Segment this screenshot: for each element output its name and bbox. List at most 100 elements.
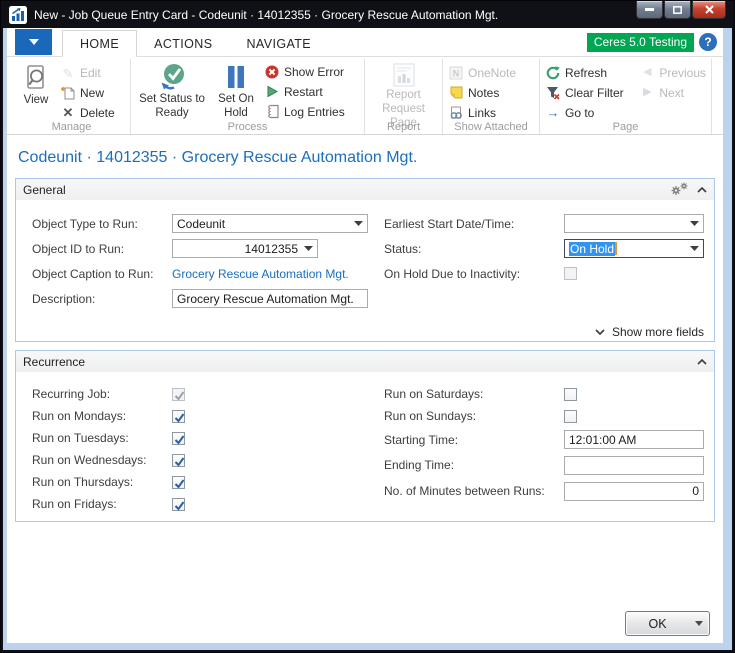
tab-actions[interactable]: ACTIONS <box>137 31 229 56</box>
page-title: Codeunit · 14012355 · Grocery Rescue Aut… <box>15 135 715 178</box>
view-icon <box>23 62 49 93</box>
ribbon-group-report: Report Request Page Report <box>365 59 443 134</box>
next-icon: ▶ <box>639 85 655 100</box>
refresh-button[interactable]: Refresh <box>542 64 636 81</box>
ribbon-group-manage: View ✎ Edit New ✕ Delete <box>13 59 131 134</box>
help-button[interactable]: ? <box>699 33 717 51</box>
fasttab-recurrence-header[interactable]: Recurrence <box>16 351 714 372</box>
run-on-wednesdays-checkbox[interactable] <box>172 454 185 467</box>
run-on-thursdays-checkbox[interactable] <box>172 476 185 489</box>
tab-home[interactable]: HOME <box>62 30 137 57</box>
dropdown-arrow-icon[interactable] <box>690 246 699 251</box>
recurring-job-checkbox <box>172 388 185 401</box>
field-run-saturdays: Run on Saturdays: <box>384 383 708 405</box>
set-on-hold-button[interactable]: Set On Hold <box>211 60 261 121</box>
close-button[interactable] <box>692 1 726 19</box>
new-button[interactable]: New <box>57 85 118 102</box>
titlebar[interactable]: New - Job Queue Entry Card - Codeunit · … <box>1 1 734 28</box>
app-menu-arrow-icon <box>29 39 39 45</box>
description-label: Description: <box>32 292 172 306</box>
fasttab-general-title: General <box>23 183 66 197</box>
dropdown-arrow-icon[interactable] <box>690 221 699 226</box>
field-ending-time: Ending Time: <box>384 452 708 478</box>
links-button[interactable]: Links <box>445 104 519 121</box>
application-menu-button[interactable] <box>15 29 52 55</box>
environment-badge: Ceres 5.0 Testing <box>587 33 694 52</box>
show-more-fields-button[interactable]: Show more fields <box>16 315 714 341</box>
object-id-label: Object ID to Run: <box>32 242 172 256</box>
ending-time-input[interactable] <box>569 458 699 472</box>
window-controls <box>636 1 726 19</box>
fasttab-recurrence: Recurrence Recurring Job: <box>15 350 715 522</box>
delete-icon: ✕ <box>60 105 76 120</box>
page-body: Codeunit · 14012355 · Grocery Rescue Aut… <box>7 135 723 643</box>
run-on-mondays-checkbox[interactable] <box>172 410 185 423</box>
notes-icon <box>448 85 464 100</box>
restart-play-icon <box>264 84 280 99</box>
group-label-show-attached: Show Attached <box>443 121 539 133</box>
field-starting-time: Starting Time: <box>384 427 708 452</box>
delete-button[interactable]: ✕ Delete <box>57 104 118 121</box>
field-run-thursdays: Run on Thursdays: <box>32 471 384 493</box>
edit-icon: ✎ <box>60 66 76 81</box>
run-on-saturdays-checkbox[interactable] <box>564 388 577 401</box>
set-status-to-ready-button[interactable]: Set Status to Ready <box>133 60 211 121</box>
dropdown-arrow-icon[interactable] <box>304 246 313 251</box>
collapse-general-icon[interactable] <box>697 187 707 193</box>
notes-button[interactable]: Notes <box>445 84 519 101</box>
minutes-between-runs-input[interactable] <box>569 484 699 498</box>
links-icon <box>448 105 464 120</box>
minimize-icon <box>645 8 654 11</box>
tab-navigate[interactable]: NAVIGATE <box>229 31 328 56</box>
status-selected-text: On Hold <box>569 242 615 256</box>
previous-button: ◀ Previous <box>636 64 709 81</box>
log-scroll-icon <box>264 104 280 119</box>
restore-button[interactable] <box>664 1 691 19</box>
view-button[interactable]: View <box>15 60 57 121</box>
group-label-manage: Manage <box>13 121 130 133</box>
dropdown-arrow-icon[interactable] <box>354 221 363 226</box>
previous-icon: ◀ <box>639 65 655 80</box>
ribbon-tab-bar: HOME ACTIONS NAVIGATE Ceres 5.0 Testing … <box>7 28 723 57</box>
earliest-start-combo[interactable] <box>564 214 704 233</box>
ok-button[interactable]: OK <box>625 611 710 636</box>
fasttab-general-header[interactable]: General <box>16 179 714 200</box>
starting-time-input[interactable] <box>569 433 699 447</box>
svg-text:N: N <box>453 68 460 78</box>
minimize-button[interactable] <box>636 1 663 19</box>
object-caption-link[interactable]: Grocery Rescue Automation Mgt. <box>172 267 349 281</box>
restart-button[interactable]: Restart <box>261 83 348 100</box>
group-label-report: Report <box>365 121 442 133</box>
ok-dropdown-arrow-icon[interactable] <box>689 621 709 626</box>
object-caption-label: Object Caption to Run: <box>32 267 172 281</box>
run-on-sundays-checkbox[interactable] <box>564 410 577 423</box>
log-entries-button[interactable]: Log Entries <box>261 103 348 120</box>
field-run-fridays: Run on Fridays: <box>32 493 384 515</box>
next-button: ▶ Next <box>636 84 709 101</box>
chevron-down-icon <box>595 329 605 335</box>
description-input[interactable] <box>177 292 363 306</box>
go-to-button[interactable]: → Go to <box>542 104 636 121</box>
group-label-page: Page <box>540 121 711 133</box>
clear-filter-button[interactable]: Clear Filter <box>542 84 636 101</box>
status-combo[interactable]: On Hold <box>564 239 704 258</box>
run-on-fridays-checkbox[interactable] <box>172 498 185 511</box>
field-minutes-between-runs: No. of Minutes between Runs: <box>384 478 708 504</box>
window-frame: HOME ACTIONS NAVIGATE Ceres 5.0 Testing … <box>3 28 732 650</box>
new-document-icon <box>60 86 76 101</box>
field-object-caption: Object Caption to Run: Grocery Rescue Au… <box>32 261 384 286</box>
on-hold-inactivity-checkbox <box>564 267 577 280</box>
pause-icon <box>224 62 248 92</box>
run-on-tuesdays-checkbox[interactable] <box>172 432 185 445</box>
close-icon <box>705 5 714 14</box>
status-label: Status: <box>384 242 564 256</box>
customize-gears-icon[interactable] <box>670 182 689 197</box>
onenote-button: N OneNote <box>445 64 519 81</box>
fasttab-recurrence-title: Recurrence <box>23 355 85 369</box>
show-error-button[interactable]: Show Error <box>261 63 348 80</box>
field-recurring-job: Recurring Job: <box>32 383 384 405</box>
ribbon: View ✎ Edit New ✕ Delete <box>7 57 723 135</box>
object-id-combo[interactable]: 14012355 <box>172 239 318 258</box>
object-type-combo[interactable]: Codeunit <box>172 214 368 233</box>
collapse-recurrence-icon[interactable] <box>697 359 707 365</box>
